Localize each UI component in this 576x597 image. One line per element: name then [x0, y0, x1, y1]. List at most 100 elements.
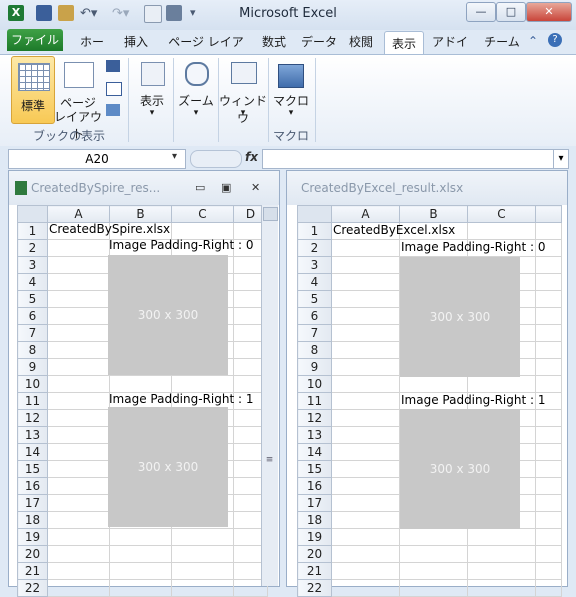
row-header[interactable]: 19 [297, 528, 332, 546]
image-placeholder[interactable]: 300 x 300 [108, 255, 228, 375]
tab-data[interactable]: データ [300, 30, 338, 54]
tab-review[interactable]: 校閲 [346, 30, 376, 54]
tab-team[interactable]: チーム [484, 30, 520, 54]
cell[interactable] [331, 256, 400, 274]
row-header[interactable]: 2 [297, 239, 332, 257]
image-placeholder[interactable]: 300 x 300 [400, 409, 520, 529]
row-header[interactable]: 9 [297, 358, 332, 376]
cell[interactable] [47, 579, 110, 597]
cell[interactable] [399, 375, 468, 393]
row-header[interactable]: 17 [17, 494, 48, 512]
column-header[interactable] [535, 205, 562, 223]
cell[interactable] [109, 562, 172, 580]
custom-views-icon[interactable] [106, 82, 122, 96]
cell[interactable] [47, 273, 110, 291]
row-header[interactable]: 11 [17, 392, 48, 410]
tab-addins[interactable]: アドイン [430, 30, 470, 73]
cell[interactable] [47, 426, 110, 444]
cell[interactable] [47, 460, 110, 478]
row-header[interactable]: 3 [17, 256, 48, 274]
row-header[interactable]: 14 [17, 443, 48, 461]
row-header[interactable]: 16 [17, 477, 48, 495]
cell[interactable] [467, 375, 536, 393]
row-header[interactable]: 8 [297, 341, 332, 359]
row-header[interactable]: 21 [297, 562, 332, 580]
help-collapse-icon[interactable]: ⌃ [528, 34, 538, 48]
row-header[interactable]: 7 [17, 324, 48, 342]
row-header[interactable]: 5 [297, 290, 332, 308]
row-header[interactable]: 12 [17, 409, 48, 427]
row-header[interactable]: 8 [17, 341, 48, 359]
cell[interactable] [467, 562, 536, 580]
row-header[interactable]: 21 [17, 562, 48, 580]
expand-formula-icon[interactable]: ▾ [553, 149, 569, 169]
macro-button[interactable]: マクロ ▾ [272, 56, 310, 122]
formula-input[interactable] [262, 149, 554, 169]
row-header[interactable]: 18 [297, 511, 332, 529]
cell[interactable] [331, 341, 400, 359]
tab-page-layout[interactable]: ページ レイアウト [163, 30, 249, 73]
cell[interactable] [47, 477, 110, 495]
row-header[interactable]: 13 [297, 426, 332, 444]
cell[interactable] [535, 579, 562, 597]
restore-icon[interactable]: ▣ [221, 181, 231, 194]
cell[interactable] [535, 358, 562, 376]
cell[interactable] [171, 545, 234, 563]
cell[interactable] [331, 562, 400, 580]
cell[interactable] [47, 256, 110, 274]
full-screen-icon[interactable] [106, 104, 120, 116]
cell[interactable] [535, 426, 562, 444]
cell[interactable] [467, 579, 536, 597]
cell[interactable] [171, 375, 234, 393]
row-header[interactable]: 20 [297, 545, 332, 563]
cell[interactable] [47, 528, 110, 546]
cell[interactable] [47, 562, 110, 580]
cell[interactable] [535, 375, 562, 393]
row-header[interactable]: 4 [17, 273, 48, 291]
column-header[interactable]: A [47, 205, 110, 223]
minimize-button[interactable]: — [466, 2, 496, 22]
cell[interactable] [331, 494, 400, 512]
cell[interactable] [331, 477, 400, 495]
row-header[interactable]: 6 [17, 307, 48, 325]
column-header[interactable]: B [399, 205, 468, 223]
select-all-corner[interactable] [17, 205, 48, 223]
cell[interactable] [535, 341, 562, 359]
row-header[interactable]: 14 [297, 443, 332, 461]
cell[interactable] [331, 290, 400, 308]
cell[interactable] [331, 579, 400, 597]
cell[interactable] [399, 545, 468, 563]
cell[interactable] [331, 239, 400, 257]
cell[interactable] [331, 392, 400, 410]
page-break-preview-icon[interactable] [106, 60, 120, 72]
cell[interactable] [331, 426, 400, 444]
row-header[interactable]: 12 [297, 409, 332, 427]
close-button[interactable]: ✕ [526, 2, 572, 22]
show-button[interactable]: 表示 ▾ [134, 56, 170, 122]
file-tab[interactable]: ファイル [7, 29, 63, 51]
row-header[interactable]: 20 [17, 545, 48, 563]
row-header[interactable]: 15 [17, 460, 48, 478]
cell[interactable] [331, 375, 400, 393]
cell[interactable] [171, 579, 234, 597]
cell[interactable] [467, 528, 536, 546]
minimize-icon[interactable]: ▭ [195, 181, 205, 194]
help-icon[interactable]: ? [548, 33, 562, 47]
cell[interactable] [47, 409, 110, 427]
column-header[interactable]: B [109, 205, 172, 223]
cell[interactable] [535, 273, 562, 291]
cell[interactable] [331, 273, 400, 291]
cell[interactable] [535, 477, 562, 495]
cell[interactable] [171, 562, 234, 580]
cell[interactable] [109, 579, 172, 597]
cell[interactable] [47, 443, 110, 461]
cell[interactable] [331, 545, 400, 563]
insert-function-icon[interactable]: fx [245, 150, 258, 164]
row-header[interactable]: 19 [17, 528, 48, 546]
tab-insert[interactable]: 挿入 [121, 30, 151, 54]
row-header[interactable]: 11 [297, 392, 332, 410]
row-header[interactable]: 6 [297, 307, 332, 325]
cell[interactable] [47, 290, 110, 308]
cell[interactable] [331, 358, 400, 376]
cell[interactable] [331, 511, 400, 529]
